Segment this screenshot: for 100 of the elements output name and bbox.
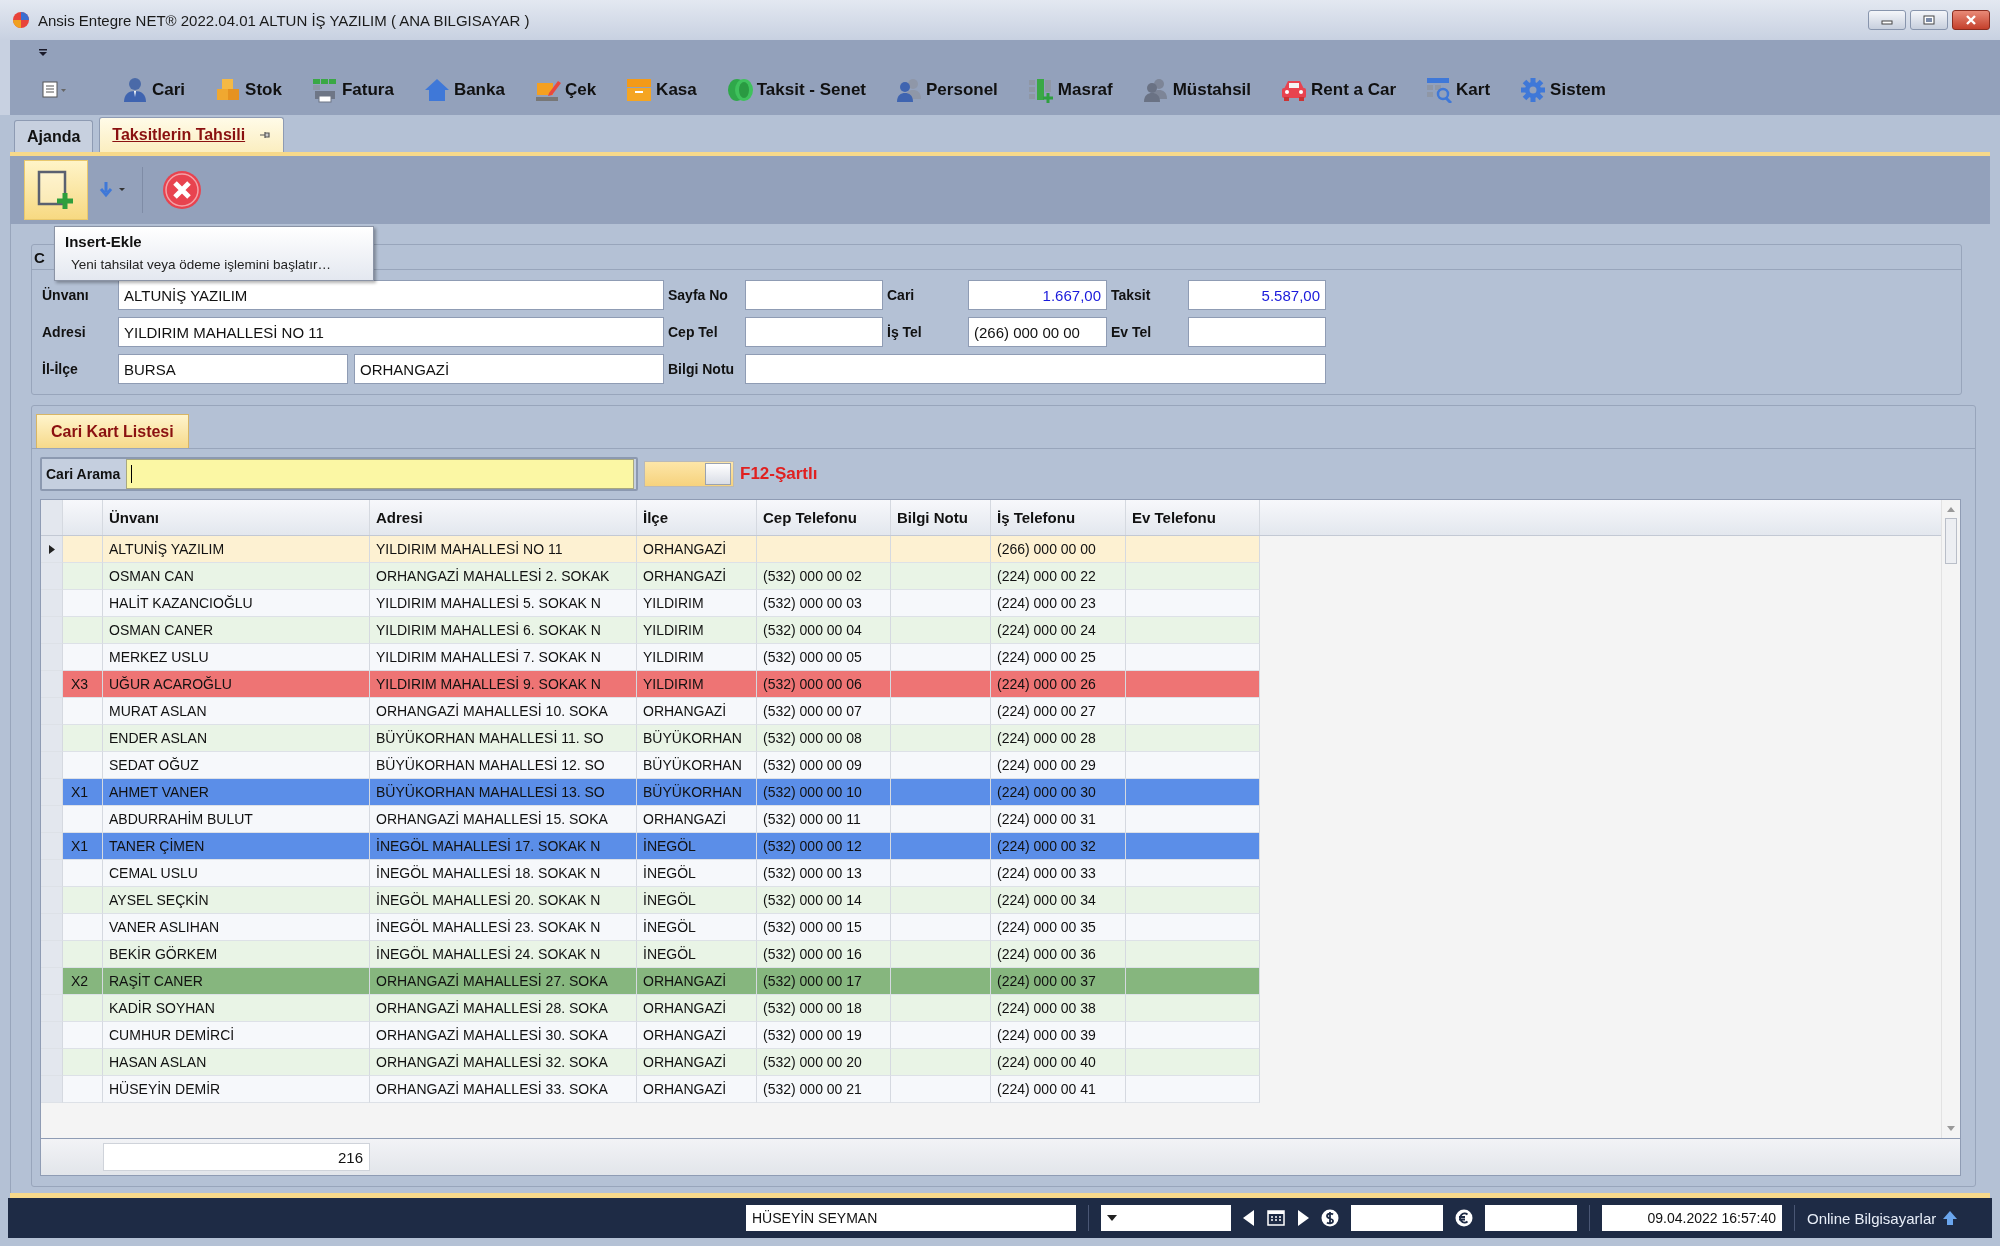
calendar-button[interactable] (1267, 1210, 1285, 1226)
table-row[interactable]: X1 TANER ÇİMEN İNEGÖL MAHALLESİ 17. SOKAK N İNEGÖL (532) 000 00 12 (224) 000 00 32 (41, 833, 1260, 860)
input-field[interactable]: YILDIRIM MAHALLESİ NO 11 (118, 317, 664, 347)
input-field[interactable] (1188, 317, 1326, 347)
ribbon-menu-item[interactable]: Cari (122, 77, 186, 103)
search-field[interactable]: Cari Arama (40, 457, 638, 491)
ribbon-menu-item[interactable]: Stok (215, 77, 282, 103)
online-computers-button[interactable]: Online Bilgisayarlar (1807, 1209, 1959, 1227)
table-row[interactable]: CUMHUR DEMİRCİ ORHANGAZİ MAHALLESİ 30. SOKA ORHANGAZİ (532) 000 00 19 (224) 000 00 39 (41, 1022, 1260, 1049)
table-cell: İNEGÖL (637, 941, 757, 968)
ribbon-menu-item[interactable]: Kasa (626, 77, 697, 103)
input-field[interactable] (745, 354, 1326, 384)
ribbon-menu-item[interactable]: Masraf (1027, 77, 1113, 103)
down-arrow-icon (98, 180, 128, 200)
table-row[interactable]: VANER ASLIHAN İNEGÖL MAHALLESİ 23. SOKAK N İNEGÖL (532) 000 00 15 (224) 000 00 35 (41, 914, 1260, 941)
table-cell: ORHANGAZİ (637, 1076, 757, 1103)
table-cell: (224) 000 00 24 (991, 617, 1126, 644)
table-cell (63, 1022, 103, 1049)
table-row[interactable]: OSMAN CAN ORHANGAZİ MAHALLESİ 2. SOKAK ORHANGAZİ (532) 000 00 02 (224) 000 00 22 (41, 563, 1260, 590)
table-row[interactable]: AYSEL SEÇKİN İNEGÖL MAHALLESİ 20. SOKAK N İNEGÖL (532) 000 00 14 (224) 000 00 34 (41, 887, 1260, 914)
table-cell: ABDURRAHİM BULUT (103, 806, 370, 833)
list-menu-button[interactable] (42, 80, 68, 100)
ribbon-menu-item[interactable]: Çek (534, 77, 597, 103)
column-header[interactable]: Cep Telefonu (757, 500, 891, 535)
table-row[interactable]: X1 AHMET VANER BÜYÜKORHAN MAHALLESİ 13. SO BÜYÜKORHAN (532) 000 00 10 (224) 000 00 30 (41, 779, 1260, 806)
user-field[interactable]: HÜSEYİN SEYMAN (746, 1205, 1076, 1231)
maximize-button[interactable] (1910, 10, 1948, 30)
table-row[interactable]: MURAT ASLAN ORHANGAZİ MAHALLESİ 10. SOKA ORHANGAZİ (532) 000 00 07 (224) 000 00 27 (41, 698, 1260, 725)
row-indicator (41, 887, 63, 914)
currency-field[interactable] (1351, 1205, 1443, 1231)
cash-box-icon (626, 77, 653, 103)
table-row[interactable]: MERKEZ USLU YILDIRIM MAHALLESİ 7. SOKAK N YILDIRIM (532) 000 00 05 (224) 000 00 25 (41, 644, 1260, 671)
table-row[interactable]: HÜSEYİN DEMİR ORHANGAZİ MAHALLESİ 33. SOKA ORHANGAZİ (532) 000 00 21 (224) 000 00 41 (41, 1076, 1260, 1103)
input-field[interactable]: ALTUNİŞ YAZILIM (118, 280, 664, 310)
table-cell: İNEGÖL MAHALLESİ 24. SOKAK N (370, 941, 637, 968)
table-cell: YILDIRIM MAHALLESİ 6. SOKAK N (370, 617, 637, 644)
next-button[interactable] (1297, 1210, 1309, 1226)
scroll-thumb[interactable] (1945, 518, 1957, 564)
input-field[interactable]: 5.587,00 (1188, 280, 1326, 310)
current-row-arrow-icon (48, 544, 55, 554)
table-cell: (224) 000 00 28 (991, 725, 1126, 752)
row-indicator (41, 698, 63, 725)
input-field[interactable]: ORHANGAZİ (354, 354, 664, 384)
table-row[interactable]: HASAN ASLAN ORHANGAZİ MAHALLESİ 32. SOKA ORHANGAZİ (532) 000 00 20 (224) 000 00 40 (41, 1049, 1260, 1076)
table-row[interactable]: ALTUNİŞ YAZILIM YILDIRIM MAHALLESİ NO 11 ORHANGAZİ (266) 000 00 00 (41, 536, 1260, 563)
table-cell: (224) 000 00 34 (991, 887, 1126, 914)
field-label: Cep Tel (667, 324, 719, 340)
table-row[interactable]: SEDAT OĞUZ BÜYÜKORHAN MAHALLESİ 12. SO BÜYÜKORHAN (532) 000 00 09 (224) 000 00 29 (41, 752, 1260, 779)
input-field[interactable] (745, 317, 883, 347)
column-header[interactable]: Ünvanı (103, 500, 370, 535)
table-row[interactable]: OSMAN CANER YILDIRIM MAHALLESİ 6. SOKAK N YILDIRIM (532) 000 00 04 (224) 000 00 24 (41, 617, 1260, 644)
currency-field[interactable] (1485, 1205, 1577, 1231)
table-cell (63, 563, 103, 590)
ribbon-menu-item[interactable]: Personel (896, 77, 998, 103)
panel-tab[interactable]: Cari Kart Listesi (36, 414, 189, 448)
table-cell: (532) 000 00 03 (757, 590, 891, 617)
table-cell: (532) 000 00 13 (757, 860, 891, 887)
ribbon-menu-item[interactable]: Kart (1426, 77, 1491, 103)
column-header[interactable]: Ev Telefonu (1126, 500, 1260, 535)
ribbon-menu-item[interactable]: Taksit - Senet (726, 77, 867, 103)
document-tab[interactable]: Taksitlerin Tahsili (99, 117, 285, 152)
dropdown-field[interactable] (1101, 1205, 1231, 1231)
minimize-button[interactable] (1868, 10, 1906, 30)
column-header[interactable]: İş Telefonu (991, 500, 1126, 535)
settings-icon (1520, 77, 1547, 103)
table-row[interactable]: X2 RAŞİT CANER ORHANGAZİ MAHALLESİ 27. SOKA ORHANGAZİ (532) 000 00 17 (224) 000 00 37 (41, 968, 1260, 995)
right-arrow-icon (1297, 1210, 1309, 1226)
table-row[interactable]: CEMAL USLU İNEGÖL MAHALLESİ 18. SOKAK N İNEGÖL (532) 000 00 13 (224) 000 00 33 (41, 860, 1260, 887)
ribbon-menu-item[interactable]: Sistem (1520, 77, 1606, 103)
table-row[interactable]: KADİR SOYHAN ORHANGAZİ MAHALLESİ 28. SOKA ORHANGAZİ (532) 000 00 18 (224) 000 00 38 (41, 995, 1260, 1022)
column-header[interactable]: İlçe (637, 500, 757, 535)
table-cell: CEMAL USLU (103, 860, 370, 887)
column-header[interactable]: Adresi (370, 500, 637, 535)
input-field[interactable]: 1.667,00 (968, 280, 1107, 310)
ribbon-menu-item[interactable]: Banka (423, 77, 505, 103)
table-cell: ORHANGAZİ MAHALLESİ 30. SOKA (370, 1022, 637, 1049)
previous-button[interactable] (1243, 1210, 1255, 1226)
ribbon-menu-item[interactable]: Fatura (311, 77, 394, 103)
vertical-scrollbar[interactable] (1941, 500, 1960, 1138)
table-row[interactable]: HALİT KAZANCIOĞLU YILDIRIM MAHALLESİ 5. SOKAK N YILDIRIM (532) 000 00 03 (224) 000 00 23 (41, 590, 1260, 617)
grid-plus-icon (1027, 77, 1054, 103)
input-field[interactable] (745, 280, 883, 310)
input-field[interactable]: (266) 000 00 00 (968, 317, 1107, 347)
table-cell: (224) 000 00 35 (991, 914, 1126, 941)
toggle-field[interactable] (644, 461, 734, 487)
ribbon-menu-item[interactable]: Rent a Car (1281, 77, 1397, 103)
ribbon-menu-item[interactable]: Müstahsil (1142, 77, 1252, 103)
document-tab[interactable]: Ajanda (14, 120, 94, 152)
table-cell: ORHANGAZİ (637, 563, 757, 590)
insert-button[interactable] (24, 160, 88, 220)
table-cell: (224) 000 00 25 (991, 644, 1126, 671)
table-cell: OSMAN CANER (103, 617, 370, 644)
column-header[interactable]: Bilgi Notu (891, 500, 991, 535)
table-row[interactable]: ENDER ASLAN BÜYÜKORHAN MAHALLESİ 11. SO BÜYÜKORHAN (532) 000 00 08 (224) 000 00 28 (41, 725, 1260, 752)
table-cell (63, 644, 103, 671)
table-row[interactable]: ABDURRAHİM BULUT ORHANGAZİ MAHALLESİ 15. SOKA ORHANGAZİ (532) 000 00 11 (224) 000 00 31 (41, 806, 1260, 833)
table-row[interactable]: X3 UĞUR ACAROĞLU YILDIRIM MAHALLESİ 9. SOKAK N YILDIRIM (532) 000 00 06 (224) 000 00 26 (41, 671, 1260, 698)
input-field[interactable]: BURSA (118, 354, 348, 384)
table-row[interactable]: BEKİR GÖRKEM İNEGÖL MAHALLESİ 24. SOKAK N İNEGÖL (532) 000 00 16 (224) 000 00 36 (41, 941, 1260, 968)
close-button[interactable] (1952, 10, 1990, 30)
